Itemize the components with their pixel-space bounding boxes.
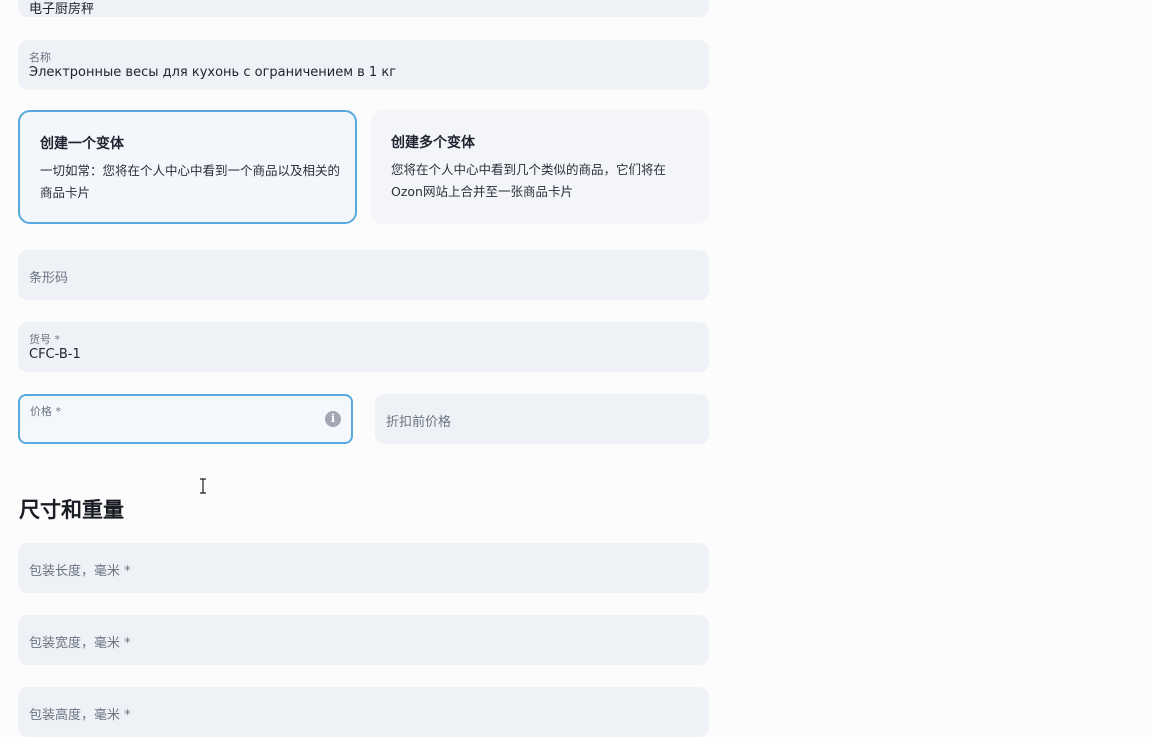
category-field[interactable]: 电子厨房秤 [18, 0, 709, 17]
text-cursor-icon [200, 478, 206, 494]
category-value: 电子厨房秤 [29, 2, 95, 17]
package-length-placeholder: 包装长度，毫米 * [29, 564, 131, 579]
multiple-variants-card[interactable]: 创建多个变体 您将在个人中心中看到几个类似的商品，它们将在Ozon网站上合并至一… [371, 110, 709, 224]
package-width-field[interactable]: 包装宽度，毫米 * [18, 615, 709, 665]
name-field[interactable]: 名称 Электронные весы для кухонь с огранич… [18, 40, 709, 90]
package-width-placeholder: 包装宽度，毫米 * [29, 636, 131, 651]
package-height-field[interactable]: 包装高度，毫米 * [18, 687, 709, 737]
price-field[interactable]: 价格 * i [18, 394, 353, 444]
package-height-placeholder: 包装高度，毫米 * [29, 708, 131, 723]
single-variant-description: 一切如常：您将在个人中心中看到一个商品以及相关的商品卡片 [40, 163, 341, 200]
multiple-variants-title: 创建多个变体 [391, 135, 475, 151]
sku-label: 货号 * [29, 333, 60, 346]
price-before-discount-field[interactable]: 折扣前价格 [375, 394, 709, 444]
single-variant-title: 创建一个变体 [40, 136, 124, 152]
barcode-field[interactable]: 条形码 [18, 250, 709, 300]
name-label: 名称 [29, 51, 51, 64]
dimensions-section-title: 尺寸和重量 [19, 498, 124, 522]
sku-value: CFC-B-1 [29, 347, 81, 362]
info-icon[interactable]: i [325, 411, 341, 427]
multiple-variants-description: 您将在个人中心中看到几个类似的商品，它们将在Ozon网站上合并至一张商品卡片 [391, 162, 667, 199]
name-value: Электронные весы для кухонь с ограничени… [29, 65, 397, 80]
price-label: 价格 * [30, 405, 61, 418]
barcode-placeholder: 条形码 [29, 271, 69, 286]
single-variant-card[interactable]: 创建一个变体 一切如常：您将在个人中心中看到一个商品以及相关的商品卡片 [18, 110, 357, 224]
price-before-discount-placeholder: 折扣前价格 [386, 415, 452, 430]
package-length-field[interactable]: 包装长度，毫米 * [18, 543, 709, 593]
sku-field[interactable]: 货号 * CFC-B-1 [18, 322, 709, 372]
